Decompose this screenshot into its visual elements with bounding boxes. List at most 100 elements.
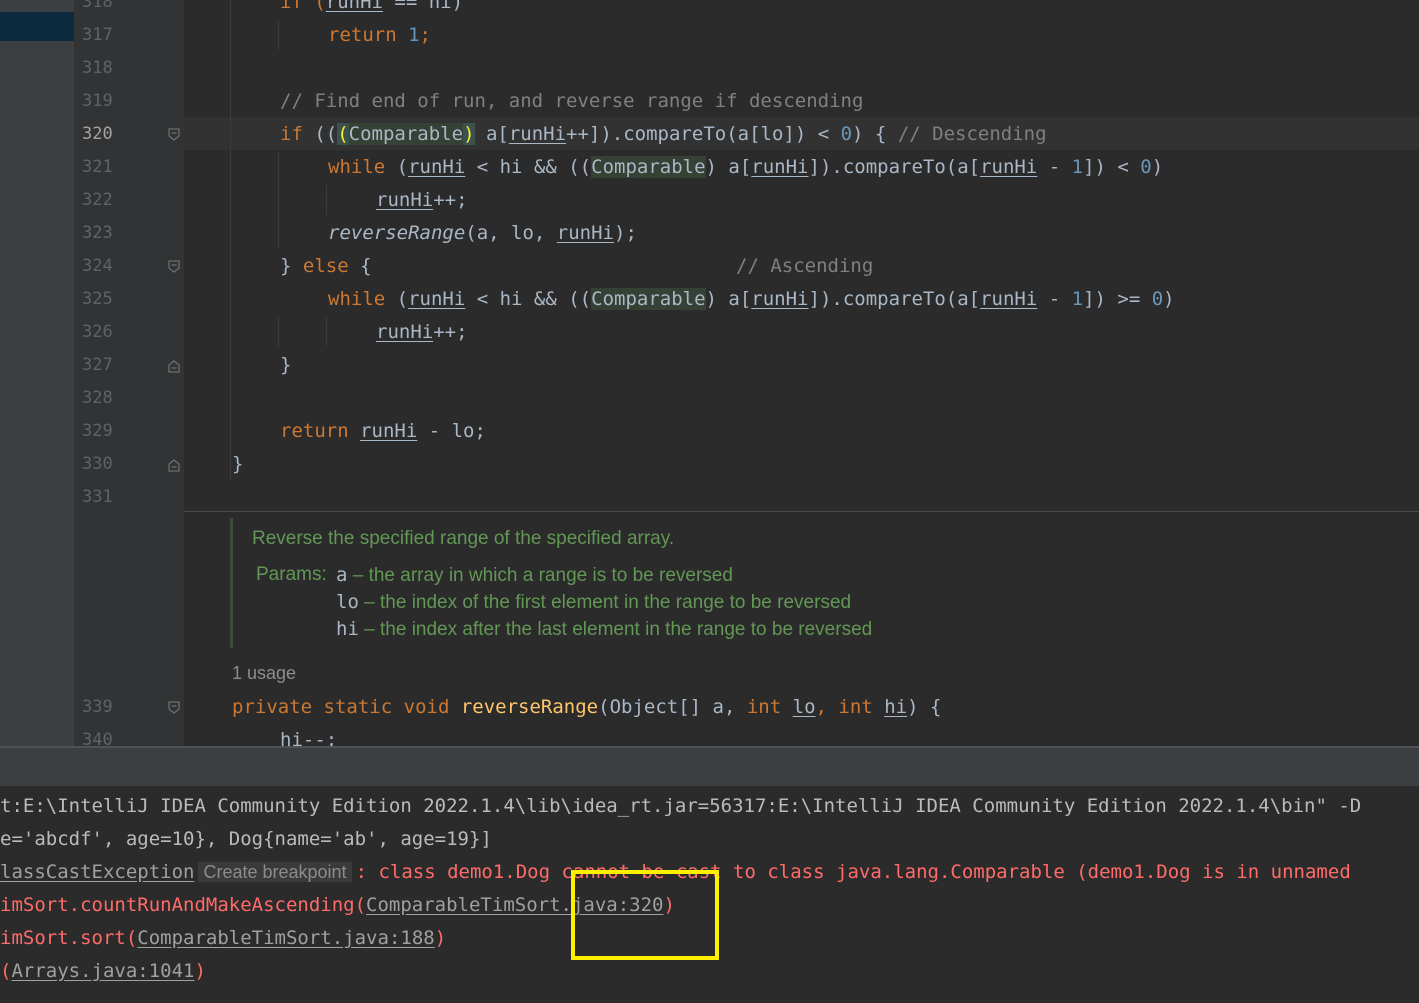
code-token: (a, lo, [465,222,557,244]
stack-trace-line: imSort.sort(ComparableTimSort.java:188) [0,922,446,955]
code-line-317[interactable]: return 1; [328,19,431,52]
code-token: - [1037,288,1072,310]
line-number: 328 [82,388,113,408]
javadoc-bar [230,518,233,648]
param-desc: – the index of the first element in the … [358,592,852,613]
run-console-header[interactable] [0,748,1419,786]
code-token: ]).compareTo(a[ [808,156,981,178]
stack-frame: ( [0,960,12,982]
code-token: runHi [508,123,567,145]
code-token: return [328,24,397,46]
param-name: lo [336,591,359,613]
code-token: (( [302,123,338,145]
code-token: ; [419,24,431,46]
code-token: 0 [1140,156,1152,178]
code-comment: // Ascending [736,255,874,277]
code-token: runHi [325,0,383,13]
code-token: lo [792,696,816,718]
fold-end-icon[interactable] [167,359,181,373]
code-line-319[interactable]: // Find end of run, and reverse range if… [280,85,863,118]
code-token: ) a[ [705,288,752,310]
code-token: ) [1151,156,1164,178]
code-token: ++; [433,321,468,343]
code-token: private [232,696,313,718]
create-breakpoint-button[interactable]: Create breakpoint [198,862,352,882]
code-token: 1 [1071,156,1084,178]
code-token: ) { [852,123,898,145]
code-token: reverseRange [328,222,466,244]
line-number: 321 [82,157,113,177]
code-line-339[interactable]: private static void reverseRange(Object[… [232,691,941,724]
code-token: reverseRange [460,696,599,718]
fold-open-icon[interactable] [167,128,181,142]
code-token: runHi [408,288,466,310]
line-number: 329 [82,421,113,441]
code-token: while [328,288,386,310]
fold-open-icon[interactable] [167,701,181,715]
stack-trace-line: (Arrays.java:1041) [0,955,206,988]
fold-open-icon[interactable] [167,260,181,274]
code-token: ( [385,288,409,310]
code-token: a[ [474,123,509,145]
usages-hint[interactable]: 1 usage [232,663,296,684]
code-token: return [280,420,349,442]
code-token: ) a[ [705,156,752,178]
code-line-329[interactable]: return runHi - lo; [280,415,486,448]
indent-guide [278,316,279,348]
line-number: 330 [82,454,113,474]
indent-guide [326,185,327,215]
code-token: - lo; [417,420,486,442]
stack-frame: imSort.sort( [0,927,138,949]
code-token: runHi [980,156,1038,178]
source-link[interactable]: ComparableTimSort.java:188 [137,927,434,949]
source-link[interactable]: Arrays.java:1041 [11,960,194,982]
code-line-323[interactable]: reverseRange(a, lo, runHi); [328,217,637,250]
code-line-326[interactable]: runHi++; [376,316,468,349]
javadoc-param: a – the array in which a range is to be … [336,564,733,587]
code-token: if [280,123,303,145]
console-line: e='abcdf', age=10}, Dog{name='ab', age=1… [0,828,492,850]
code-token: else [302,255,349,277]
code-token: Comparable [591,156,706,178]
code-line-320[interactable]: if (((Comparable) a[runHi++]).compareTo(… [280,118,1047,151]
code-token: if ( [280,0,326,13]
code-token: 0 [840,123,853,145]
line-number: 339 [82,697,113,717]
param-name: hi [336,618,359,640]
fold-end-icon[interactable] [167,458,181,472]
project-selected-row[interactable] [0,12,74,41]
code-line-321[interactable]: while (runHi < hi && ((Comparable) a[run… [328,151,1163,184]
ide-window: 318 317 318 319 320 321 322 323 324 325 … [0,0,1419,1003]
code-token: runHi [556,222,614,244]
line-number: 323 [82,223,113,243]
stack-frame-end: ) [194,960,206,982]
code-line-324[interactable]: } else { [280,250,372,283]
code-token: - [1037,156,1072,178]
line-number: 325 [82,289,113,309]
code-line-322[interactable]: runHi++; [376,184,468,217]
project-tool-strip[interactable] [0,0,74,746]
code-token: ) { [907,696,942,718]
code-token: runHi [751,288,809,310]
code-line-327[interactable]: } [280,349,291,382]
code-token: ); [614,222,637,244]
javadoc-params-label: Params: [256,564,327,585]
line-number: 327 [82,355,113,375]
param-desc: – the array in which a range is to be re… [347,565,733,586]
javadoc-param: lo – the index of the first element in t… [336,591,851,614]
exception-link[interactable]: lassCastException [0,861,194,883]
line-number: 318 [82,58,113,78]
code-token: ]) < [1083,156,1141,178]
javadoc-summary: Reverse the specified range of the speci… [252,528,675,549]
code-line-316[interactable]: if (runHi == hi) [280,0,463,19]
code-token: ++]).compareTo(a[lo]) < [566,123,841,145]
code-line-330[interactable]: } [232,448,243,481]
code-line-325[interactable]: while (runHi < hi && ((Comparable) a[run… [328,283,1175,316]
code-token: static [323,696,393,718]
code-token: while [328,156,386,178]
